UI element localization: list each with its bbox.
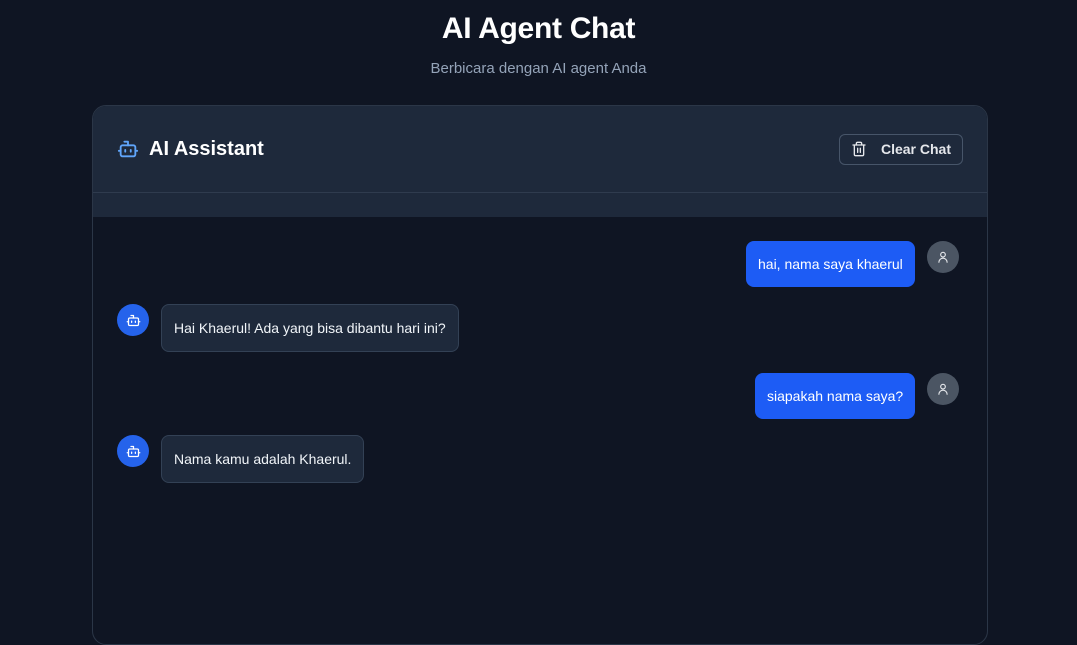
page-title: AI Agent Chat xyxy=(441,12,636,45)
clear-chat-label: Clear Chat xyxy=(880,141,951,157)
chat-panel: AI Assistant Clear Chat hai, nama saya k… xyxy=(92,105,988,645)
message-bubble-user: hai, nama saya khaerul xyxy=(746,241,915,287)
page-subtitle: Berbicara dengan AI agent Anda xyxy=(430,60,647,77)
chat-header-title-group: AI Assistant xyxy=(117,138,264,161)
message-user: hai, nama saya khaerul xyxy=(746,241,959,287)
assistant-title: AI Assistant xyxy=(149,137,264,160)
message-user: siapakah nama saya? xyxy=(755,373,960,419)
message-bubble-assistant: Nama kamu adalah Khaerul. xyxy=(161,435,365,483)
user-icon xyxy=(936,382,950,396)
user-avatar xyxy=(927,373,960,405)
message-bubble-user: siapakah nama saya? xyxy=(755,373,916,419)
robot-icon xyxy=(117,138,139,160)
message-assistant: Nama kamu adalah Khaerul. xyxy=(117,435,365,483)
robot-icon xyxy=(126,444,141,459)
chat-header: AI Assistant Clear Chat xyxy=(93,106,987,193)
trash-icon xyxy=(851,141,867,157)
user-avatar xyxy=(926,241,959,273)
clear-chat-button[interactable]: Clear Chat xyxy=(838,133,963,165)
bot-avatar xyxy=(117,304,149,336)
message-assistant: Hai Khaerul! Ada yang bisa dibantu hari … xyxy=(117,304,459,352)
bot-avatar xyxy=(117,435,149,467)
message-bubble-assistant: Hai Khaerul! Ada yang bisa dibantu hari … xyxy=(161,304,459,352)
header-divider-strip xyxy=(93,193,987,217)
robot-icon xyxy=(126,313,141,328)
user-icon xyxy=(936,250,950,264)
